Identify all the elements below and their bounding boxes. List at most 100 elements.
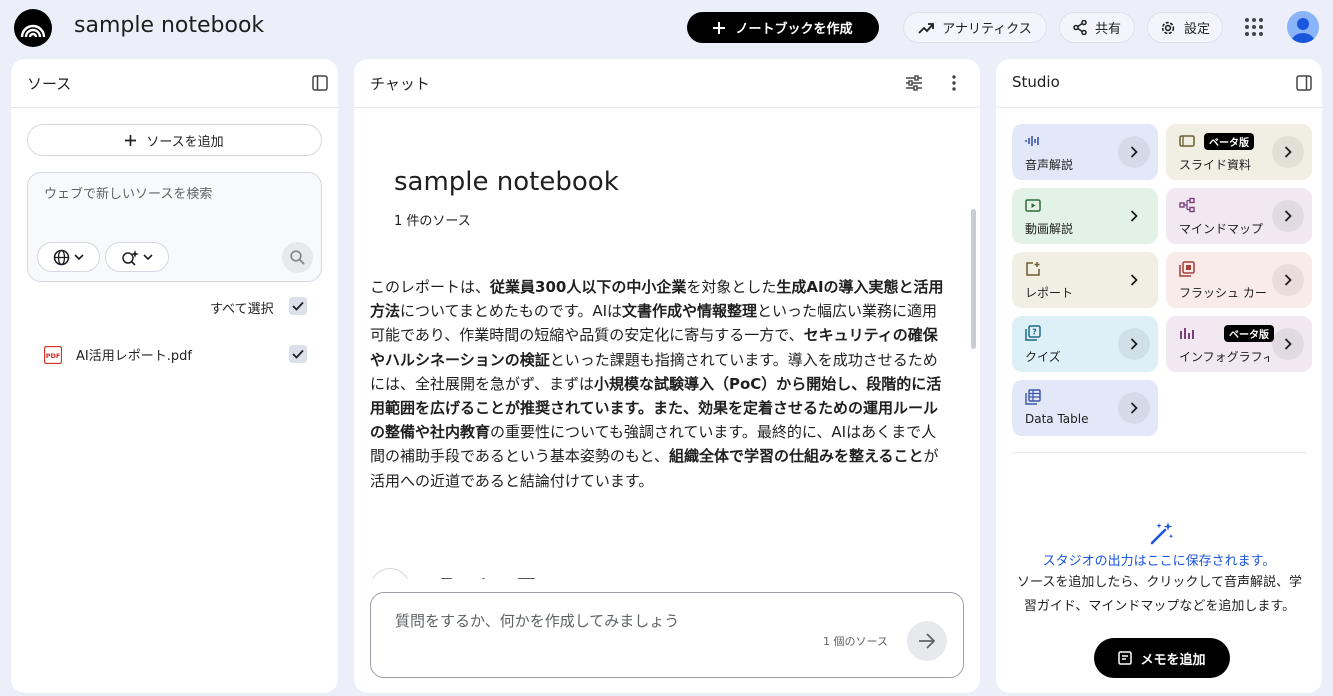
chevron-right-icon[interactable] [1118,264,1150,296]
beta-badge: ベータ版 [1224,325,1274,342]
studio-tile-quiz[interactable]: ? クイズ [1012,316,1158,372]
source-checkbox[interactable] [289,345,307,363]
copy-icon[interactable] [434,577,456,579]
chat-scrollbar[interactable] [971,209,976,349]
studio-tile-slides[interactable]: ベータ版 スライド資料 [1166,124,1312,180]
studio-tile-report[interactable]: レポート [1012,252,1158,308]
chat-title: チャット [370,75,430,93]
flashcard-icon [1179,261,1195,277]
chevron-down-icon [74,254,84,260]
chevron-right-icon[interactable] [1272,136,1304,168]
notebook-heading: sample notebook [394,167,619,197]
settings-button[interactable]: 設定 [1147,12,1223,43]
add-source-label: ソースを追加 [146,134,224,150]
studio-empty-title: スタジオの出力はここに保存されます。 [1042,554,1276,569]
top-bar: sample notebook ノートブックを作成 アナリティクス 共有 設定 [0,0,1333,56]
studio-tile-infographic[interactable]: ベータ版 インフォグラフィック [1166,316,1312,372]
video-icon [1025,197,1041,213]
chat-scroll-area[interactable]: sample notebook 1 件のソース このレポートは、従業員300人以… [354,109,980,579]
sparkle-search-icon [121,249,139,266]
collapse-panel-icon[interactable] [1294,73,1314,93]
pdf-icon: PDF [44,346,62,364]
studio-tile-data-table[interactable]: Data Table [1012,380,1158,436]
thumbs-down-icon[interactable] [513,577,535,579]
web-search-input[interactable] [44,187,294,202]
studio-divider [1012,452,1307,453]
source-name: AI活用レポート.pdf [76,349,192,364]
add-source-button[interactable]: ソースを追加 [27,124,322,156]
chevron-right-icon[interactable] [1272,200,1304,232]
notebook-title[interactable]: sample notebook [74,13,264,38]
chevron-right-icon[interactable] [1118,200,1150,232]
chat-composer: 1 個のソース [370,592,964,678]
create-notebook-button[interactable]: ノートブックを作成 [687,12,879,43]
studio-empty-description: ソースを追加したら、クリックして音声解説、学習ガイド、マインドマップなどを追加し… [1017,575,1302,614]
search-submit-button[interactable] [282,242,313,273]
studio-tile-audio-overview[interactable]: 音声解説 [1012,124,1158,180]
user-avatar[interactable] [1287,11,1319,43]
studio-title: Studio [1012,73,1060,91]
note-icon [1118,651,1133,665]
beta-badge: ベータ版 [1204,133,1254,150]
trending-up-icon [918,22,935,34]
pin-button[interactable] [370,568,410,579]
chat-header: チャット [354,59,980,108]
add-note-label: メモを追加 [1140,652,1206,668]
globe-icon [53,249,70,266]
thumbs-up-icon[interactable] [474,577,496,579]
research-mode-dropdown[interactable] [105,242,169,272]
share-button[interactable]: 共有 [1059,12,1135,43]
notebook-summary: このレポートは、従業員300人以下の中小企業を対象とした生成AIの導入実態と活用… [370,278,944,490]
tile-label: クイズ [1025,350,1061,364]
plus-icon [713,21,726,34]
chevron-right-icon[interactable] [1118,136,1150,168]
tile-label: マインドマップ [1179,222,1264,236]
source-item[interactable]: PDF AI活用レポート.pdf [27,339,327,369]
studio-tile-video-overview[interactable]: 動画解説 [1012,188,1158,244]
more-vert-icon[interactable] [944,73,964,93]
magic-wand-icon [1149,520,1175,546]
arrow-right-icon [918,633,936,649]
analytics-label: アナリティクス [942,22,1032,37]
composer-source-count: 1 個のソース [823,635,888,648]
tune-icon[interactable] [904,73,924,93]
chat-input[interactable] [395,612,845,630]
sources-header: ソース [11,59,338,108]
create-notebook-label: ノートブックを作成 [735,22,853,37]
share-label: 共有 [1094,22,1121,37]
studio-header: Studio [996,59,1322,108]
studio-panel: Studio 音声解説 ベータ版 スライド資料 動画解説 マインドマップ レポー… [996,59,1322,693]
sources-panel: ソース ソースを追加 ウェブで新しいソースを検索 すべて選択 PDF AI活用レ… [11,59,338,693]
chevron-right-icon[interactable] [1118,328,1150,360]
gear-icon [1160,20,1176,36]
tile-label: インフォグラフィック [1179,350,1269,364]
slides-icon [1179,133,1195,149]
mindmap-icon [1179,197,1195,213]
studio-tile-mindmap[interactable]: マインドマップ [1166,188,1312,244]
tile-label: レポート [1025,286,1074,300]
tile-label: 音声解説 [1025,158,1074,172]
svg-text:?: ? [1032,328,1037,337]
share-icon [1073,20,1087,35]
chevron-right-icon[interactable] [1118,392,1150,424]
chevron-right-icon[interactable] [1272,328,1304,360]
add-note-button[interactable]: メモを追加 [1094,638,1230,678]
notebooklm-logo-icon[interactable] [14,9,52,47]
chevron-right-icon[interactable] [1272,264,1304,296]
send-button[interactable] [907,621,947,661]
search-icon [290,250,305,265]
sources-title: ソース [27,75,72,93]
tile-label: フラッシュ カード [1179,286,1269,300]
settings-label: 設定 [1183,22,1210,37]
plus-icon [125,134,137,146]
tile-label: 動画解説 [1025,222,1074,236]
web-source-search [27,172,322,282]
table-icon [1025,389,1041,405]
web-source-dropdown[interactable] [37,242,100,272]
studio-tile-flashcards[interactable]: フラッシュ カード [1166,252,1312,308]
analytics-button[interactable]: アナリティクス [903,12,1047,43]
select-all-checkbox[interactable] [289,297,307,315]
apps-grid-icon[interactable] [1243,16,1265,38]
collapse-panel-icon[interactable] [310,73,330,93]
select-all-label: すべて選択 [210,302,274,317]
